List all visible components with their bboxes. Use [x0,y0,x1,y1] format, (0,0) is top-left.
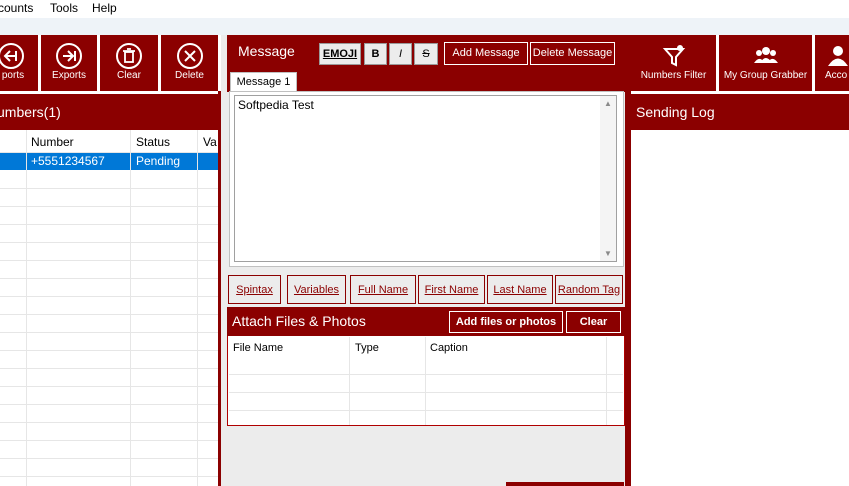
message-title: Message [238,43,295,59]
menu-help[interactable]: Help [92,1,117,15]
attachments-grid[interactable]: File Name Type Caption [229,337,623,425]
trash-icon [116,43,142,69]
accounts-label: Acco [825,70,848,81]
group-grabber-label: My Group Grabber [723,70,808,81]
last-name-button[interactable]: Last Name [487,275,553,304]
table-row[interactable]: +5551234567 Pending [0,153,218,170]
col-status[interactable]: Status [136,135,170,149]
col-va[interactable]: Va [203,135,217,149]
imports-label: ports [1,70,25,81]
bottom-button-edge[interactable] [506,482,624,486]
export-icon [56,43,82,69]
message-text: Softpedia Test [238,98,314,112]
cell-status: Pending [136,154,181,168]
menu-tools[interactable]: Tools [50,1,78,15]
numbers-title: umbers(1) [0,104,61,120]
delete-button[interactable]: Delete [161,35,218,91]
col-caption[interactable]: Caption [430,342,468,354]
accounts-button[interactable]: Acco [815,35,849,91]
sending-log-title: Sending Log [636,104,715,120]
sending-log-area[interactable] [631,130,849,486]
add-message-button[interactable]: Add Message [444,42,528,65]
tab-message-1[interactable]: Message 1 [230,72,297,92]
filter-icon [662,45,685,67]
clear-files-button[interactable]: Clear [566,311,621,333]
col-number[interactable]: Number [31,135,74,149]
col-file-name[interactable]: File Name [233,342,283,354]
italic-button[interactable]: I [389,43,412,65]
import-icon [0,43,24,69]
numbers-grid[interactable]: Number Status Va +5551234567 Pending [0,130,218,486]
attach-title: Attach Files & Photos [232,313,366,329]
menu-bar: counts Tools Help [0,0,849,18]
delete-label: Delete [175,70,204,81]
exports-label: Exports [52,70,86,81]
exports-button[interactable]: Exports [41,35,97,91]
emoji-button[interactable]: EMOJI [319,43,361,65]
message-scrollbar[interactable]: ▲ ▼ [600,96,616,261]
add-files-button[interactable]: Add files or photos [449,311,563,333]
spintax-button[interactable]: Spintax [228,275,281,304]
clear-label: Clear [117,70,141,81]
imports-button[interactable]: ports [0,35,38,91]
message-textbox[interactable]: Softpedia Test ▲ ▼ [234,95,617,262]
col-type[interactable]: Type [355,342,379,354]
cell-number: +5551234567 [31,154,105,168]
numbers-filter-label: Numbers Filter [640,70,707,81]
strike-button[interactable]: S [414,43,438,65]
user-icon [828,46,848,66]
numbers-filter-button[interactable]: Numbers Filter [631,35,716,91]
bold-button[interactable]: B [364,43,387,65]
group-grabber-button[interactable]: My Group Grabber [719,35,812,91]
random-tag-button[interactable]: Random Tag [555,275,623,304]
close-circle-icon [176,43,203,69]
variables-button[interactable]: Variables [287,275,346,304]
clear-button[interactable]: Clear [100,35,158,91]
full-name-button[interactable]: Full Name [350,275,416,304]
title-strip [0,18,849,35]
delete-message-button[interactable]: Delete Message [530,42,615,65]
group-icon [753,47,778,63]
menu-accounts[interactable]: counts [0,1,33,15]
scroll-down-icon[interactable]: ▼ [604,249,612,258]
first-name-button[interactable]: First Name [418,275,485,304]
scroll-up-icon[interactable]: ▲ [604,99,612,108]
